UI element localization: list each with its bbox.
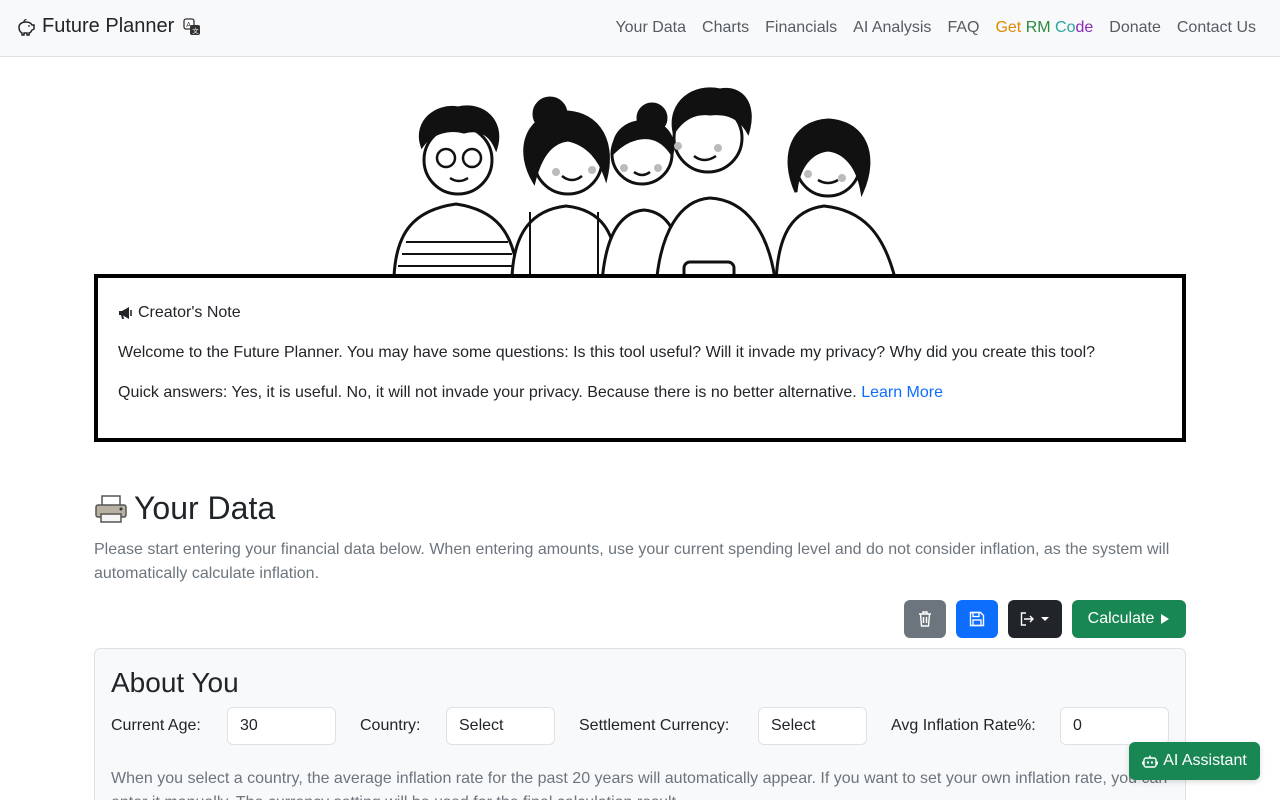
trash-icon xyxy=(919,611,931,627)
save-icon xyxy=(969,611,985,627)
svg-text:文: 文 xyxy=(192,26,199,35)
your-data-heading: Your Data xyxy=(94,490,275,527)
creators-note-answers-text: Quick answers: Yes, it is useful. No, it… xyxy=(118,384,857,401)
calculate-button[interactable]: Calculate xyxy=(1072,600,1186,638)
creators-note-title: Creator's Note xyxy=(118,304,241,322)
your-data-description: Please start entering your financial dat… xyxy=(94,541,1170,582)
export-icon xyxy=(1020,612,1034,626)
brand[interactable]: Future Planner xyxy=(16,15,174,38)
current-age-input[interactable]: 30 xyxy=(227,707,336,745)
about-you-card: About You Current Age: 30 Country: Selec… xyxy=(94,648,1186,800)
play-icon xyxy=(1161,614,1170,624)
piggy-bank-icon xyxy=(18,18,35,36)
creators-note-box: Creator's Note Welcome to the Future Pla… xyxy=(94,274,1186,442)
country-select[interactable]: Select xyxy=(446,707,555,745)
current-age-label: Current Age: xyxy=(111,717,201,734)
nav-get-rm-code-part: Co xyxy=(1055,19,1076,36)
settlement-currency-label: Settlement Currency: xyxy=(579,717,730,734)
avg-inflation-input[interactable]: 0 xyxy=(1060,707,1169,745)
nav-faq[interactable]: FAQ xyxy=(939,18,987,38)
navbar: Future Planner A文 Your Data Charts Finan… xyxy=(0,0,1280,57)
svg-text:A: A xyxy=(186,22,191,29)
caret-down-icon xyxy=(1041,617,1049,621)
about-you-title: About You xyxy=(111,667,239,698)
avg-inflation-label: Avg Inflation Rate%: xyxy=(891,717,1036,734)
translate-icon[interactable]: A文 xyxy=(183,18,201,36)
save-button[interactable] xyxy=(956,600,998,638)
nav-get-rm-code[interactable]: Get RM Code xyxy=(987,18,1101,38)
nav-ai-analysis[interactable]: AI Analysis xyxy=(845,18,939,38)
nav-get-rm-code-part: RM xyxy=(1025,19,1056,36)
country-label: Country: xyxy=(360,717,421,734)
creators-note-answers: Quick answers: Yes, it is useful. No, it… xyxy=(118,384,943,402)
creators-note-title-text: Creator's Note xyxy=(138,304,241,321)
settlement-currency-select[interactable]: Select xyxy=(758,707,867,745)
nav-get-rm-code-part: de xyxy=(1075,19,1094,36)
nav-charts[interactable]: Charts xyxy=(694,18,757,38)
ai-assistant-button[interactable]: AI Assistant xyxy=(1129,742,1260,780)
nav-donate[interactable]: Donate xyxy=(1101,18,1169,38)
brand-title: Future Planner xyxy=(42,15,175,37)
nav-links: Your Data Charts Financials AI Analysis … xyxy=(607,18,1256,38)
export-dropdown-button[interactable] xyxy=(1008,600,1062,638)
nav-contact-us[interactable]: Contact Us xyxy=(1169,18,1256,38)
nav-financials[interactable]: Financials xyxy=(757,18,845,38)
creators-note-intro: Welcome to the Future Planner. You may h… xyxy=(118,344,1096,361)
delete-button[interactable] xyxy=(904,600,946,638)
people-illustration xyxy=(392,87,898,289)
your-data-title: Your Data xyxy=(134,490,276,526)
about-you-hint: When you select a country, the average i… xyxy=(111,770,1167,800)
learn-more-link[interactable]: Learn More xyxy=(861,384,943,401)
printer-icon xyxy=(95,494,127,523)
robot-icon xyxy=(1142,755,1159,768)
nav-your-data[interactable]: Your Data xyxy=(607,18,694,38)
nav-get-rm-code-part: Get xyxy=(995,19,1026,36)
megaphone-icon xyxy=(119,307,132,319)
calculate-label: Calculate xyxy=(1087,610,1155,627)
ai-assistant-label: AI Assistant xyxy=(1163,752,1247,769)
